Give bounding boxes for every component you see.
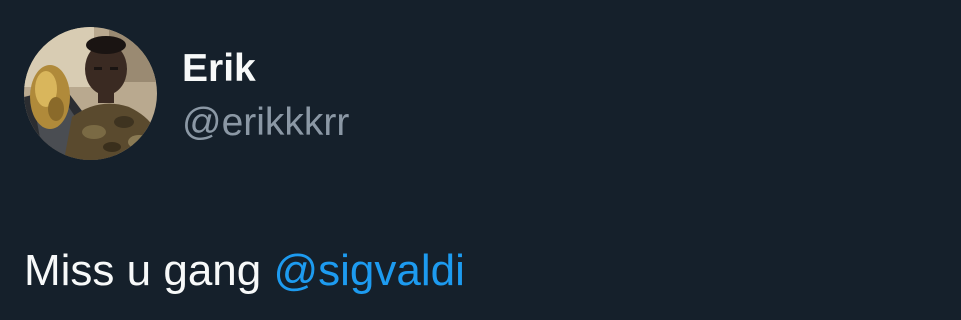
author-avatar[interactable] [24,27,157,160]
author-handle[interactable]: @erikkkrr [182,98,349,148]
mention-link[interactable]: @sigvaldi [273,246,464,295]
tweet: Erik @erikkkrr Miss u gang @sigvaldi [0,0,961,320]
tweet-text-body: Miss u gang [24,246,262,295]
tweet-text: Miss u gang @sigvaldi [24,243,465,299]
author-display-name[interactable]: Erik [182,44,256,94]
